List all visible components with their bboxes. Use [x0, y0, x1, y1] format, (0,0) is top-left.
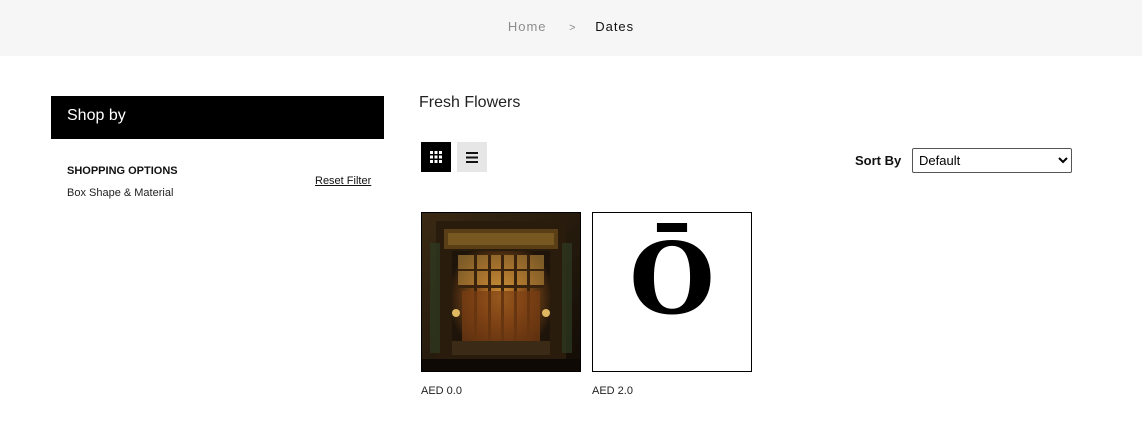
- grid-icon: [430, 151, 442, 163]
- breadcrumb: Home > Dates: [0, 19, 1142, 34]
- list-icon: [466, 151, 478, 163]
- grid-view-button[interactable]: [421, 142, 451, 172]
- breadcrumb-home-link[interactable]: Home: [508, 19, 547, 34]
- list-view-button[interactable]: [457, 142, 487, 172]
- breadcrumb-bar: Home > Dates: [0, 0, 1142, 56]
- sort-by-label: Sort By: [855, 153, 902, 168]
- breadcrumb-separator: >: [569, 22, 577, 34]
- product-image[interactable]: Ō: [592, 212, 752, 372]
- category-title: Fresh Flowers: [419, 94, 521, 111]
- breadcrumb-current: Dates: [595, 19, 635, 34]
- filter-box-shape-material[interactable]: Box Shape & Material: [67, 187, 173, 199]
- product-card[interactable]: Ō AED 2.0: [592, 212, 752, 397]
- product-card[interactable]: AED 0.0: [421, 212, 581, 397]
- product-price: AED 0.0: [421, 385, 462, 397]
- shopping-options-title: SHOPPING OPTIONS: [67, 165, 178, 177]
- shop-by-title: Shop by: [67, 107, 126, 124]
- product-price: AED 2.0: [592, 385, 633, 397]
- shop-by-header: Shop by: [51, 96, 384, 139]
- reset-filter-link[interactable]: Reset Filter: [315, 175, 371, 187]
- o-macron-logo: Ō: [629, 222, 715, 337]
- sort-by-select[interactable]: Default: [912, 148, 1072, 173]
- product-image[interactable]: [421, 212, 581, 372]
- ornate-doorway-image: [422, 213, 580, 371]
